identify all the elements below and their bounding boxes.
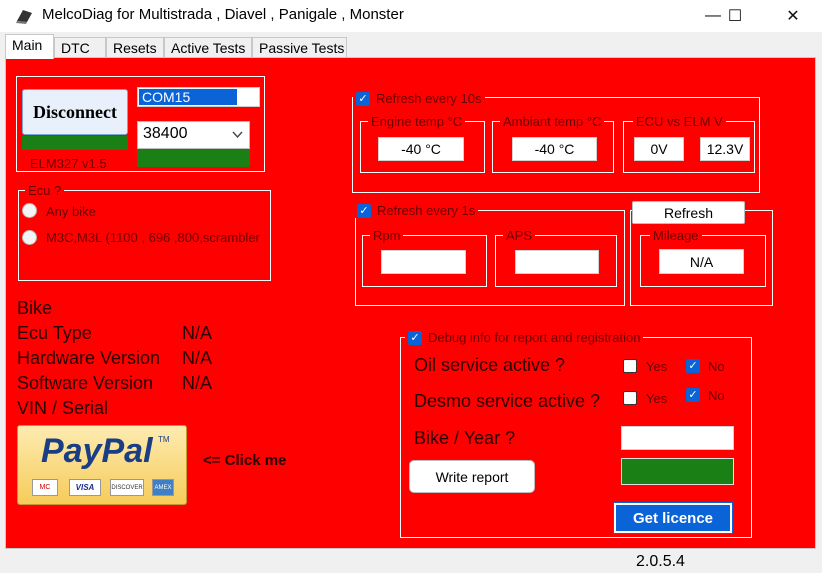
radio-m3c[interactable] bbox=[22, 230, 37, 245]
bike-year-input[interactable] bbox=[621, 426, 734, 450]
software-version-label: Software Version bbox=[17, 373, 154, 393]
rpm-label: Rpm bbox=[370, 228, 404, 243]
port-value: COM15 bbox=[139, 89, 237, 105]
refresh1-label: Refresh every 1s bbox=[377, 203, 476, 218]
software-version-value: N/A bbox=[182, 373, 213, 393]
tab-resets[interactable]: Resets bbox=[106, 37, 164, 58]
refresh1-checkbox[interactable]: ✓ Refresh every 1s bbox=[354, 203, 479, 218]
checkbox-checked-icon: ✓ bbox=[356, 91, 370, 106]
desmo-no-checkbox[interactable]: ✓ bbox=[686, 388, 700, 402]
radio-any-bike[interactable] bbox=[22, 203, 37, 218]
bike-year-label: Bike / Year ? bbox=[414, 428, 516, 448]
baud-value: 38400 bbox=[143, 125, 188, 142]
aps-label: APS bbox=[503, 228, 536, 243]
mileage-label: Mileage bbox=[650, 228, 702, 243]
desmo-yes-checkbox[interactable] bbox=[623, 391, 637, 405]
version-label: 2.0.5.4 bbox=[636, 553, 685, 570]
ecu-type-label: Ecu Type bbox=[17, 323, 92, 343]
ecu-vs-elm-label: ECU vs ELM V bbox=[633, 114, 726, 129]
tab-active-tests[interactable]: Active Tests bbox=[164, 37, 252, 58]
oil-no-checkbox[interactable]: ✓ bbox=[686, 359, 700, 373]
checkbox-checked-icon: ✓ bbox=[408, 330, 422, 345]
refresh-mileage-button[interactable]: Refresh bbox=[632, 201, 745, 224]
mastercard-icon: MC bbox=[32, 479, 58, 496]
chevron-down-icon bbox=[232, 131, 243, 139]
oil-yes-label: Yes bbox=[646, 359, 668, 374]
get-licence-button[interactable]: Get licence bbox=[613, 502, 733, 534]
mileage-value: N/A bbox=[659, 249, 744, 274]
debug-checkbox[interactable]: ✓ Debug info for report and registration bbox=[405, 330, 644, 345]
baud-status-bar bbox=[137, 149, 250, 167]
ecu-type-value: N/A bbox=[182, 323, 213, 343]
refresh10-checkbox[interactable]: ✓ Refresh every 10s bbox=[353, 91, 485, 106]
rpm-value bbox=[381, 250, 466, 274]
hardware-version-value: N/A bbox=[182, 348, 213, 368]
adapter-version: ELM327 v1.5 bbox=[30, 156, 107, 171]
click-me-label: <= Click me bbox=[203, 452, 287, 469]
report-status-bar bbox=[621, 458, 734, 485]
discover-icon: DISCOVER bbox=[110, 479, 144, 496]
close-button[interactable]: ✕ bbox=[770, 0, 816, 32]
port-field[interactable]: COM15 bbox=[137, 87, 260, 107]
engine-temp-label: Engine temp °C bbox=[368, 114, 466, 129]
oil-no-label: No bbox=[708, 359, 725, 374]
oil-yes-checkbox[interactable] bbox=[623, 359, 637, 373]
desmo-service-label: Desmo service active ? bbox=[414, 391, 601, 411]
hardware-version-label: Hardware Version bbox=[17, 348, 161, 368]
bike-label: Bike bbox=[17, 298, 53, 318]
paypal-tm: TM bbox=[158, 435, 170, 444]
desmo-no-label: No bbox=[708, 388, 725, 403]
paypal-button[interactable]: PayPal TM MC VISA DISCOVER AMEX bbox=[17, 425, 187, 505]
oil-service-label: Oil service active ? bbox=[414, 355, 566, 375]
ecu-group-title: Ecu ? bbox=[25, 183, 65, 198]
visa-icon: VISA bbox=[69, 479, 101, 496]
debug-label: Debug info for report and registration bbox=[428, 330, 641, 345]
ecu-voltage-value: 0V bbox=[634, 137, 684, 161]
window-title: MelcoDiag for Multistrada , Diavel , Pan… bbox=[42, 6, 404, 23]
refresh10-label: Refresh every 10s bbox=[376, 91, 482, 106]
maximize-button[interactable]: ☐ bbox=[712, 0, 758, 32]
baud-select[interactable]: 38400 bbox=[137, 121, 250, 149]
ambiant-temp-value: -40 °C bbox=[512, 137, 597, 161]
tab-dtc[interactable]: DTC bbox=[54, 37, 106, 58]
elm-voltage-value: 12.3V bbox=[700, 137, 750, 161]
ambiant-temp-label: Ambiant temp °C bbox=[500, 114, 605, 129]
radio-m3c-label: M3C,M3L (1100 , 696 ,800,scrambler bbox=[46, 230, 260, 245]
engine-temp-value: -40 °C bbox=[378, 137, 464, 161]
radio-any-bike-label: Any bike bbox=[46, 204, 96, 219]
write-report-button[interactable]: Write report bbox=[409, 460, 535, 493]
amex-icon: AMEX bbox=[152, 479, 174, 496]
aps-value bbox=[515, 250, 599, 274]
connection-status-bar bbox=[22, 136, 128, 150]
tab-passive-tests[interactable]: Passive Tests bbox=[252, 37, 347, 58]
paypal-logo: PayPal bbox=[41, 432, 153, 470]
app-icon bbox=[16, 10, 32, 24]
tab-main[interactable]: Main bbox=[5, 34, 54, 59]
desmo-yes-label: Yes bbox=[646, 391, 668, 406]
checkbox-checked-icon: ✓ bbox=[357, 203, 371, 218]
vin-serial-label: VIN / Serial bbox=[17, 398, 109, 418]
disconnect-button[interactable]: Disconnect bbox=[22, 89, 128, 135]
title-bar: MelcoDiag for Multistrada , Diavel , Pan… bbox=[0, 0, 822, 32]
